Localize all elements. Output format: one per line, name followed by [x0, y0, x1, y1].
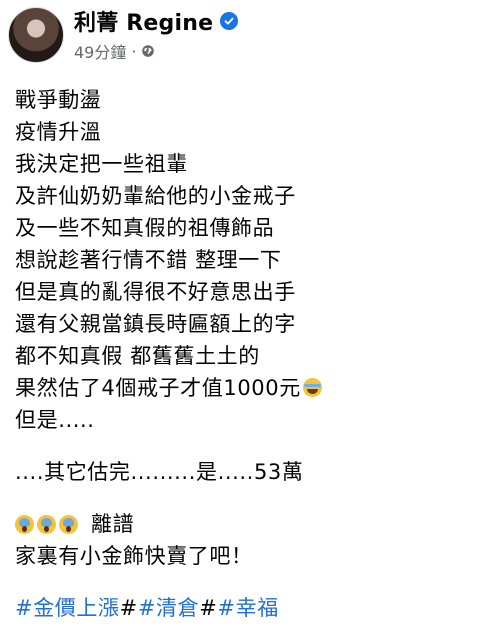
- author-row: 利菁 Regine: [74, 5, 239, 37]
- post-line: 戰爭動盪: [15, 88, 102, 112]
- post-subline: 49分鐘 ·: [74, 39, 238, 63]
- post-line: 但是.....: [15, 408, 95, 432]
- post-header: 利菁 Regine 49分鐘 ·: [8, 5, 239, 63]
- checkmark-icon: [224, 17, 234, 25]
- post-line: 及許仙奶奶輩給他的小金戒子: [15, 184, 296, 208]
- hashtag-separator: #: [199, 596, 218, 620]
- post-line: 想說趁著行情不錯 整理一下: [15, 248, 282, 272]
- hashtag-link[interactable]: #清倉: [138, 596, 199, 620]
- screaming-face-emoji-icon: [37, 514, 56, 534]
- post-timestamp[interactable]: 49分鐘: [74, 39, 126, 63]
- hashtag-link[interactable]: #幸福: [217, 596, 278, 620]
- post-line: 但是真的亂得很不好意思出手: [15, 280, 296, 304]
- joy-emoji-icon: [302, 378, 322, 397]
- hashtag-link[interactable]: #金價上漲: [15, 596, 120, 620]
- screaming-face-emoji-icon: [59, 514, 78, 534]
- emoji-line: 離譜: [15, 508, 485, 540]
- post-meta: 利菁 Regine 49分鐘 ·: [74, 5, 239, 63]
- hashtag-row: #金價上漲##清倉##幸福: [15, 592, 485, 624]
- screaming-face-emoji-icon: [15, 514, 34, 534]
- post-line: 疫情升溫: [15, 120, 102, 144]
- emoji-caption: 離譜: [91, 512, 135, 536]
- verified-badge-icon: [220, 12, 239, 30]
- post-line: 我決定把一些祖輩: [15, 152, 188, 176]
- author-name[interactable]: 利菁 Regine: [74, 5, 213, 37]
- post-line: 還有父親當鎮長時匾額上的字: [15, 312, 296, 336]
- post-line: 果然估了4個戒子才值1000元: [15, 376, 301, 400]
- post-line-with-emoji: 果然估了4個戒子才值1000元: [15, 372, 485, 404]
- hashtag-separator: #: [119, 596, 138, 620]
- post-line: 都不知真假 都舊舊土土的: [15, 344, 260, 368]
- post-content: 戰爭動盪 疫情升溫 我決定把一些祖輩 及許仙奶奶輩給他的小金戒子 及一些不知真假…: [15, 84, 485, 624]
- post-line: 家裏有小金飾快賣了吧！: [15, 544, 253, 568]
- globe-icon[interactable]: [141, 44, 155, 58]
- facebook-post: 利菁 Regine 49分鐘 · 戰爭動盪 疫情升溫 我決定把一些祖輩 及許仙奶…: [0, 0, 498, 638]
- meta-separator: ·: [131, 41, 137, 61]
- post-line: 及一些不知真假的祖傳飾品: [15, 216, 275, 240]
- post-line: ....其它估完.........是.....53萬: [15, 460, 304, 484]
- avatar[interactable]: [8, 6, 64, 63]
